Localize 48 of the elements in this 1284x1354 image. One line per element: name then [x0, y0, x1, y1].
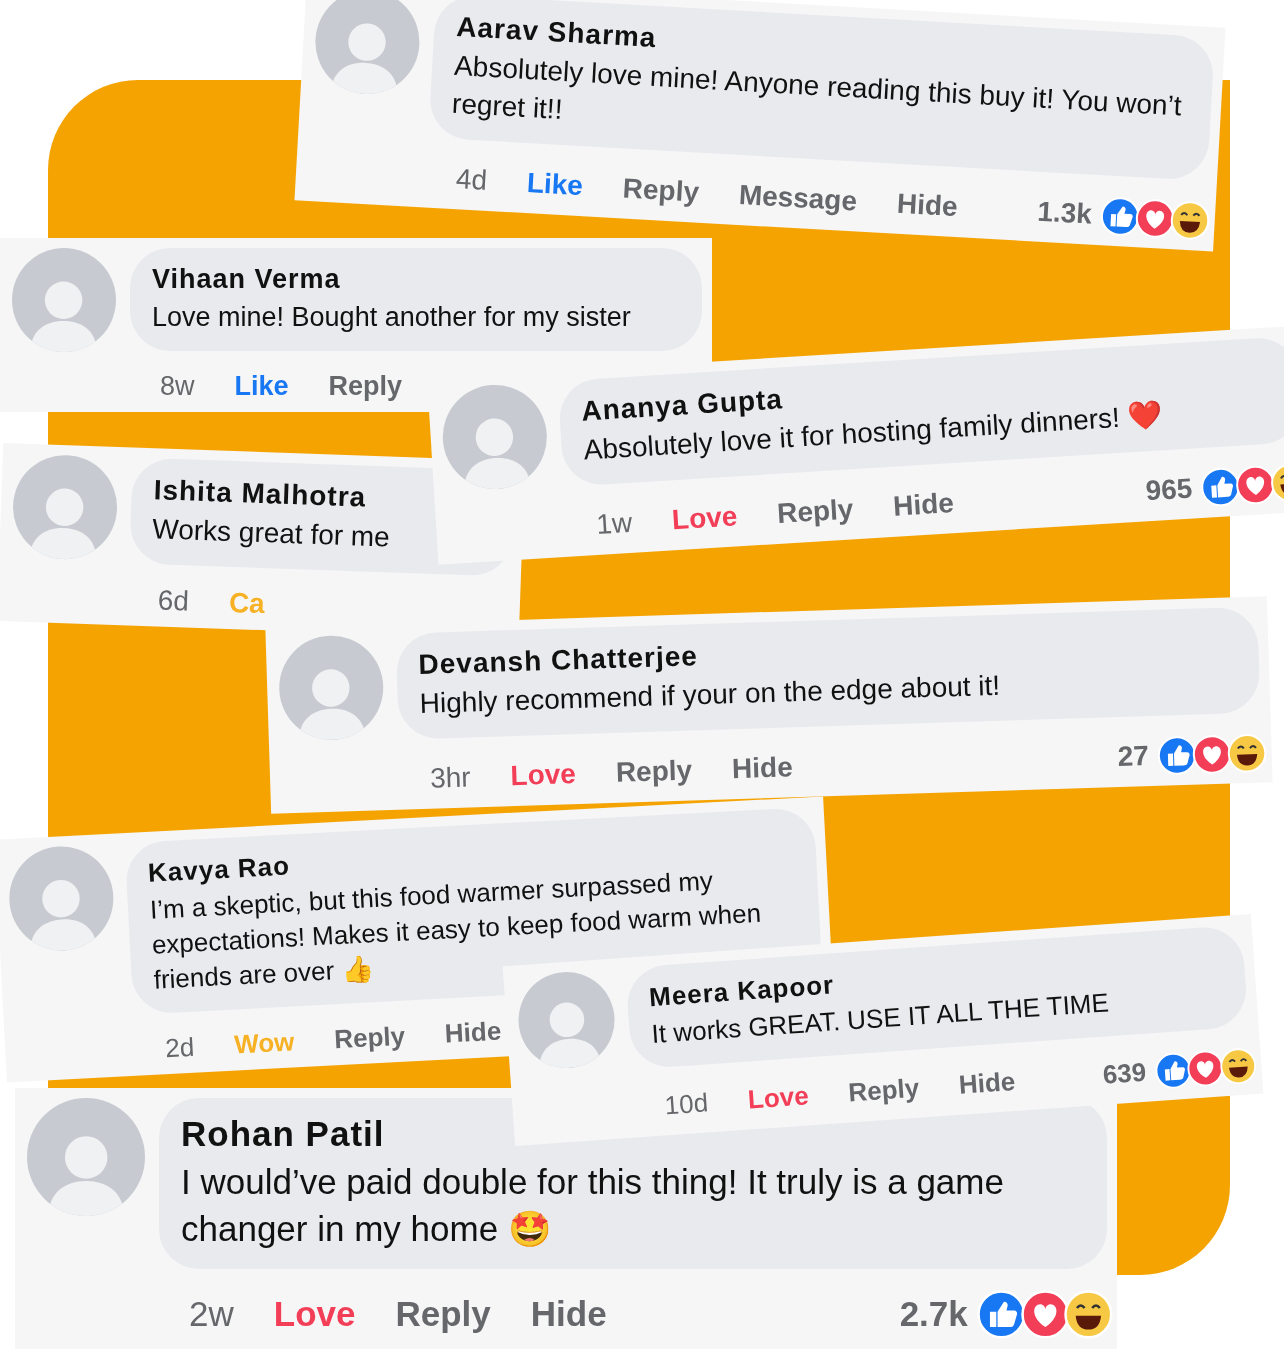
comment-action-link[interactable]: Hide	[731, 751, 794, 786]
reaction-count: 1.3k	[1036, 195, 1093, 231]
commenter-name: Rohan Patil	[181, 1114, 385, 1154]
comment-text: Love mine! Bought another for my sister	[152, 301, 632, 334]
commenter-name: Ishita Malhotra	[153, 474, 367, 514]
comment-action-link[interactable]: Hide	[530, 1293, 607, 1334]
comment-action-link[interactable]: Love	[746, 1080, 810, 1116]
laughing-face-icon	[1168, 198, 1212, 242]
reaction-count: 639	[1101, 1057, 1148, 1092]
comment-time: 6d	[157, 584, 190, 618]
reaction-count: 2.7k	[899, 1293, 968, 1334]
commenter-name: Kavya Rao	[147, 850, 291, 889]
reaction-count: 965	[1144, 472, 1194, 508]
comment-time: 2w	[189, 1293, 234, 1334]
comment-action-link[interactable]: Like	[234, 371, 289, 403]
comment-action-link[interactable]: Love	[273, 1293, 356, 1334]
comment-action-link[interactable]: Love	[510, 758, 577, 793]
laughing-face-icon	[1226, 732, 1268, 775]
laughing-face-icon	[1063, 1288, 1114, 1340]
commenter-name: Ananya Gupta	[580, 383, 784, 427]
comment-action-link[interactable]: Like	[526, 167, 584, 203]
laughing-face-icon	[1217, 1046, 1258, 1087]
like-reaction-icon	[1156, 734, 1198, 777]
commenter-name: Vihaan Verma	[152, 264, 341, 295]
comment-action-link[interactable]: Love	[671, 500, 739, 537]
comment-action-link[interactable]: Hide	[896, 187, 959, 224]
comment-time: 2d	[164, 1032, 196, 1065]
comment-action-link[interactable]: Reply	[395, 1293, 491, 1334]
comment-time: 8w	[160, 371, 195, 403]
comment-action-link[interactable]: Reply	[776, 493, 855, 530]
comment-time: 4d	[455, 163, 488, 197]
comment-time: 10d	[663, 1087, 710, 1122]
comment-action-link[interactable]: Reply	[333, 1020, 406, 1056]
comment-action-link[interactable]: Reply	[328, 371, 403, 403]
comment-time: 3hr	[429, 761, 472, 795]
comment-text: I would’ve paid double for this thing! It truly is a game changer in my home 🤩	[181, 1161, 1005, 1251]
commenter-name: Devansh Chatterjee	[418, 640, 699, 681]
comment-action-link[interactable]: Reply	[615, 754, 693, 789]
commenter-name: Meera Kapoor	[648, 969, 836, 1013]
comment-action-link[interactable]: Reply	[621, 172, 700, 209]
comment-action-link[interactable]: Reply	[847, 1073, 921, 1109]
comment-action-link[interactable]: Hide	[444, 1015, 502, 1050]
reaction-count: 27	[1117, 740, 1150, 774]
comment-text: Works great for me	[151, 512, 392, 555]
comment-action-link[interactable]: Hide	[957, 1066, 1017, 1102]
comment-action-link[interactable]: Message	[738, 178, 858, 218]
comment-action-link[interactable]: Hide	[892, 487, 955, 523]
comment-time: 1w	[595, 506, 634, 542]
